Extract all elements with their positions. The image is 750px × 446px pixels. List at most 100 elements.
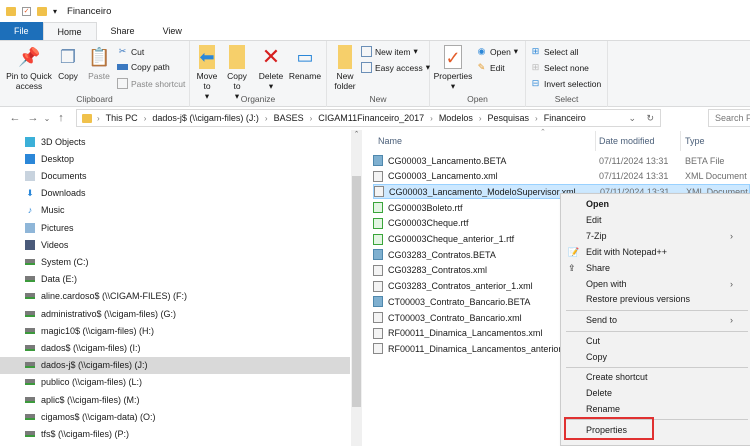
menu-item-restore-previous-versions[interactable]: Restore previous versions	[561, 291, 750, 307]
new-item-button[interactable]: New item ▾	[361, 46, 418, 57]
nav-item[interactable]: System (C:)	[0, 253, 350, 270]
address-dropdown-icon[interactable]: ⌄	[628, 113, 636, 124]
nav-item[interactable]: administrativo$ (\\cigam-files) (G:)	[0, 305, 350, 322]
column-name[interactable]: Name	[378, 136, 402, 146]
drive-icon	[25, 258, 35, 265]
select-none-button[interactable]: ⊞ Select none	[530, 62, 589, 73]
nav-item[interactable]: Desktop	[0, 150, 350, 167]
refresh-icon[interactable]: ↻	[646, 113, 654, 124]
scroll-up-icon[interactable]: ⌃	[351, 130, 362, 138]
nav-item[interactable]: aline.cardoso$ (\\CIGAM-FILES) (F:)	[0, 288, 350, 305]
invert-selection-button[interactable]: ⊟ Invert selection	[530, 78, 601, 89]
menu-item-label: Cut	[586, 336, 601, 346]
menu-item-open-with[interactable]: Open with ›	[561, 276, 750, 292]
open-button[interactable]: ◉ Open ▾	[476, 46, 519, 57]
menu-item-cut[interactable]: Cut	[561, 333, 750, 349]
search-input[interactable]: Search Fi	[708, 109, 750, 127]
select-all-button[interactable]: ⊞ Select all	[530, 46, 579, 57]
copy-path-button[interactable]: Copy path	[117, 62, 170, 72]
menu-item-edit[interactable]: Edit	[561, 212, 750, 228]
nav-item[interactable]: ♪ Music	[0, 202, 350, 219]
menu-item-send-to[interactable]: Send to ›	[561, 312, 750, 328]
breadcrumb-this-pc[interactable]: This PC	[106, 113, 138, 123]
edit-button[interactable]: ✎ Edit	[476, 62, 505, 73]
cut-button[interactable]: ✂ Cut	[117, 46, 145, 57]
menu-item-label: Rename	[586, 404, 621, 414]
nav-item[interactable]: tfs$ (\\cigam-files) (P:)	[0, 425, 350, 442]
up-arrow-icon[interactable]: ↑	[52, 112, 70, 124]
nav-item[interactable]: 3D Objects	[0, 133, 350, 150]
menu-item-edit-with-notepad[interactable]: 📝 Edit with Notepad++	[561, 244, 750, 260]
menu-item-create-shortcut[interactable]: Create shortcut	[561, 369, 750, 385]
network-drive-icon	[25, 362, 35, 369]
nav-item[interactable]: Videos	[0, 236, 350, 253]
nav-item[interactable]: ⬇ Downloads	[0, 185, 350, 202]
forward-arrow-icon[interactable]: →	[24, 112, 42, 124]
clipboard-group: 📌 Pin to Quick access ❐ Copy 📋 Paste ✂ Cut C…	[0, 41, 190, 107]
nav-scrollbar[interactable]: ⌃	[351, 130, 362, 446]
new-folder-button[interactable]: New folder	[331, 45, 359, 91]
paste-shortcut-button[interactable]: Paste shortcut	[117, 78, 185, 89]
scrollbar-thumb[interactable]	[352, 176, 361, 407]
nav-item[interactable]: dados-j$ (\\cigam-files) (J:)	[0, 356, 350, 374]
column-type[interactable]: Type	[685, 136, 705, 146]
menu-item-rename[interactable]: Rename	[561, 401, 750, 417]
menu-item-open[interactable]: Open	[561, 196, 750, 212]
back-arrow-icon[interactable]: ←	[6, 112, 24, 124]
copy-to-button[interactable]: Copy to ▾	[224, 45, 250, 101]
tab-home[interactable]: Home	[42, 22, 97, 40]
file-row[interactable]: CG00003_Lancamento.BETA 07/11/2024 13:31 B…	[373, 153, 750, 168]
nav-item[interactable]: publico (\\cigam-files) (L:)	[0, 374, 350, 391]
menu-item-copy[interactable]: Copy	[561, 349, 750, 365]
easy-access-button[interactable]: Easy access ▾	[361, 62, 430, 73]
breadcrumb-modelos[interactable]: Modelos	[439, 113, 473, 123]
file-date: 07/11/2024 13:31	[599, 155, 669, 166]
rtf-file-icon	[373, 217, 383, 229]
nav-item-label: Data (E:)	[41, 274, 78, 285]
3d-objects-icon	[25, 136, 35, 147]
column-date-modified[interactable]: Date modified	[599, 136, 655, 146]
quick-access-dropdown-icon[interactable]: ▾	[53, 7, 57, 16]
breadcrumb-pesquisas[interactable]: Pesquisas	[488, 113, 530, 123]
beta-file-icon	[373, 155, 383, 166]
network-drive-icon	[25, 413, 35, 420]
rename-button[interactable]: ▭ Rename	[288, 45, 322, 81]
properties-quick-icon[interactable]: ✓	[22, 6, 31, 16]
properties-button[interactable]: ✓ Properties ▾	[432, 45, 474, 91]
menu-item-share[interactable]: ⇪ Share	[561, 260, 750, 276]
delete-button[interactable]: ✕ Delete ▾	[258, 45, 284, 92]
breadcrumb-cigam[interactable]: CIGAM11Financeiro_2017	[318, 113, 424, 123]
new-folder-quick-icon[interactable]	[37, 6, 47, 16]
nav-item[interactable]: cigamos$ (\\cigam-data) (O:)	[0, 408, 350, 425]
file-row[interactable]: CG00003_Lancamento.xml 07/11/2024 13:31 XM…	[373, 169, 750, 184]
tab-share[interactable]: Share	[97, 22, 149, 40]
breadcrumb-bases[interactable]: BASES	[274, 113, 304, 123]
select-group: ⊞ Select all ⊞ Select none ⊟ Invert selecti…	[526, 41, 608, 107]
tab-file[interactable]: File	[0, 22, 43, 40]
nav-item[interactable]: Pictures	[0, 219, 350, 236]
copy-path-icon	[117, 64, 128, 70]
paste-button[interactable]: 📋 Paste	[86, 45, 112, 81]
move-to-button[interactable]: ⬅ Move to ▾	[194, 45, 220, 101]
menu-item-label: Edit	[586, 215, 602, 225]
menu-item-delete[interactable]: Delete	[561, 385, 750, 401]
recent-dropdown-icon[interactable]: ⌄	[42, 114, 52, 123]
nav-item-label: Pictures	[41, 222, 74, 233]
copy-button[interactable]: ❐ Copy	[56, 45, 80, 81]
menu-item-7-zip[interactable]: 7-Zip ›	[561, 228, 750, 244]
nav-item[interactable]: Data (E:)	[0, 271, 350, 288]
new-group: New folder New item ▾ Easy access ▾ New	[327, 41, 430, 107]
breadcrumb-financeiro[interactable]: Financeiro	[544, 113, 586, 123]
nav-item[interactable]: aplic$ (\\cigam-files) (M:)	[0, 391, 350, 408]
nav-item[interactable]: dados$ (\\cigam-files) (I:)	[0, 339, 350, 356]
pictures-icon	[25, 222, 35, 233]
breadcrumb-drive[interactable]: dados-j$ (\\cigam-files) (J:)	[152, 113, 259, 123]
properties-highlight-box	[564, 417, 654, 440]
folder-icon	[82, 114, 92, 123]
tab-view[interactable]: View	[149, 22, 196, 40]
address-bar[interactable]: › This PC › dados-j$ (\\cigam-files) (J:) …	[76, 109, 661, 127]
nav-item[interactable]: Documents	[0, 167, 350, 184]
nav-item[interactable]: magic10$ (\\cigam-files) (H:)	[0, 322, 350, 339]
music-icon: ♪	[27, 205, 33, 216]
pin-to-quick-access-button[interactable]: 📌 Pin to Quick access	[4, 45, 54, 91]
